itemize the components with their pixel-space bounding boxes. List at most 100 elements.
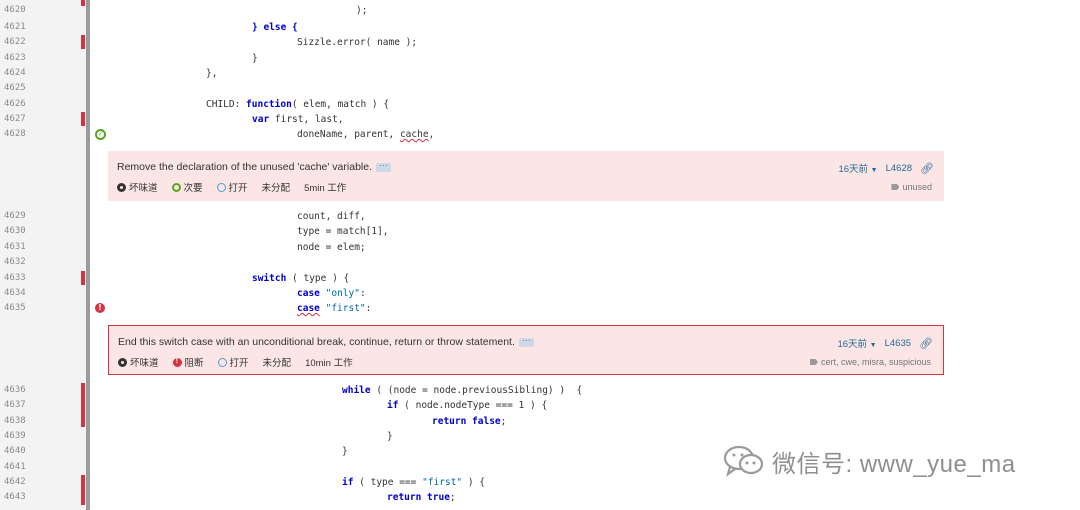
- issue-line[interactable]: L4628: [886, 163, 912, 174]
- issue-message-text[interactable]: End this switch case with an uncondition…: [118, 336, 515, 348]
- permalink-icon[interactable]: 🔗︎: [919, 337, 933, 350]
- chevron-down-icon: ▼: [870, 167, 878, 174]
- code-smell-icon: [118, 357, 127, 367]
- issue-box[interactable]: Remove the declaration of the unused 'ca…: [108, 151, 944, 201]
- more-options-button[interactable]: ···: [518, 335, 534, 347]
- issue-tags[interactable]: cert, cwe, misra, suspicious: [809, 357, 931, 367]
- issue-effort: 5min 工作: [304, 183, 347, 194]
- code-line-4637: if ( node.nodeType === 1 ) {: [387, 400, 548, 411]
- code-line-4630: type = match[1],: [297, 226, 389, 237]
- uncovered-line-indicator: [81, 112, 85, 126]
- code-line-4626: CHILD: function( elem, match ) {: [206, 99, 390, 110]
- line-number[interactable]: 4624: [4, 66, 44, 81]
- line-number[interactable]: 4622: [4, 35, 44, 50]
- issue-tags[interactable]: unused: [891, 182, 932, 192]
- blocker-severity-icon: [172, 356, 182, 367]
- issue-assignee[interactable]: 未分配: [262, 180, 291, 194]
- code-line-4629: count, diff,: [297, 211, 366, 222]
- open-status-icon: [216, 182, 226, 192]
- watermark-text: 微信号: www_yue_ma: [772, 450, 1016, 478]
- watermark: 微信号: www_yue_ma: [722, 444, 1016, 478]
- code-line-4640: }: [342, 446, 348, 457]
- uncovered-line-indicator: [81, 0, 85, 6]
- line-number[interactable]: 4643: [4, 490, 44, 505]
- blocker-issue-marker-icon[interactable]: !: [95, 303, 105, 313]
- line-number[interactable]: 4632: [4, 255, 44, 270]
- more-options-button[interactable]: ···: [376, 160, 391, 172]
- code-line-4643: return true;: [387, 492, 456, 503]
- tag-icon: [809, 359, 818, 365]
- line-number[interactable]: 4629: [4, 209, 44, 224]
- gutter-separator: [86, 0, 90, 510]
- issue-severity[interactable]: 阻断: [185, 355, 204, 369]
- issue-message[interactable]: Remove the declaration of the unused 'ca…: [117, 160, 391, 173]
- code-line-4635: case "first":: [297, 303, 372, 314]
- code-line-4627: var first, last,: [252, 114, 344, 125]
- issue-message-text[interactable]: Remove the declaration of the unused 'ca…: [117, 161, 372, 173]
- issue-age[interactable]: 16天前 ▼: [837, 336, 876, 350]
- line-number[interactable]: 4638: [4, 414, 44, 429]
- code-smell-icon: [117, 182, 126, 192]
- line-number[interactable]: 4633: [4, 271, 44, 286]
- line-number[interactable]: 4623: [4, 51, 44, 66]
- issue-highlight: cache: [399, 129, 429, 140]
- line-number[interactable]: 4635: [4, 301, 44, 316]
- issue-box-selected[interactable]: End this switch case with an uncondition…: [108, 325, 944, 375]
- code-line-4623: }: [252, 53, 258, 64]
- line-number[interactable]: 4627: [4, 112, 44, 127]
- issue-type[interactable]: 坏味道: [130, 355, 159, 369]
- line-number[interactable]: 4641: [4, 460, 44, 475]
- line-number[interactable]: 4642: [4, 475, 44, 490]
- line-number[interactable]: 4636: [4, 383, 44, 398]
- code-line-4639: }: [387, 431, 393, 442]
- issue-status[interactable]: 打开: [230, 355, 249, 369]
- line-number[interactable]: 4639: [4, 429, 44, 444]
- line-number[interactable]: 4630: [4, 224, 44, 239]
- line-number[interactable]: 4637: [4, 398, 44, 413]
- open-status-icon: [217, 357, 227, 367]
- line-number[interactable]: 4634: [4, 286, 44, 301]
- issue-tags-text[interactable]: unused: [902, 182, 932, 192]
- code-line-4622: Sizzle.error( name );: [297, 37, 418, 48]
- issue-highlight: case: [297, 303, 320, 314]
- line-number[interactable]: 4628: [4, 127, 44, 142]
- code-line-4631: node = elem;: [297, 242, 366, 253]
- uncovered-line-indicator: [81, 35, 85, 49]
- code-line-4634: case "only":: [297, 288, 366, 299]
- issue-severity[interactable]: 次要: [184, 180, 203, 194]
- issue-status[interactable]: 打开: [229, 180, 248, 194]
- minor-severity-icon: [171, 182, 181, 192]
- uncovered-line-indicator: [81, 475, 85, 505]
- issue-tags-text[interactable]: cert, cwe, misra, suspicious: [821, 357, 931, 367]
- line-number[interactable]: 4626: [4, 97, 44, 112]
- line-number[interactable]: 4640: [4, 444, 44, 459]
- line-number[interactable]: 4631: [4, 240, 44, 255]
- issue-line[interactable]: L4635: [885, 338, 911, 349]
- issue-message[interactable]: End this switch case with an uncondition…: [118, 335, 534, 348]
- uncovered-line-indicator: [81, 383, 85, 427]
- line-number[interactable]: 4625: [4, 81, 44, 96]
- code-line-4636: while ( (node = node.previousSibling) ) …: [342, 385, 583, 396]
- issue-meta: 坏味道 次要 打开 未分配 5min 工作: [117, 180, 346, 194]
- issue-meta: 坏味道 阻断 打开 未分配 10min 工作: [118, 355, 353, 369]
- code-line-4628: doneName, parent, cache,: [297, 129, 435, 140]
- issue-header-right: 16天前 ▼ L4635 🔗︎: [837, 336, 933, 351]
- uncovered-line-indicator: [81, 271, 85, 285]
- code-line-4624: },: [206, 68, 218, 79]
- line-number[interactable]: 4620: [4, 3, 44, 18]
- issue-header-right: 16天前 ▼ L4628 🔗︎: [838, 161, 934, 176]
- issue-assignee[interactable]: 未分配: [263, 355, 292, 369]
- issue-age[interactable]: 16天前 ▼: [838, 161, 877, 175]
- issue-effort: 10min 工作: [305, 358, 353, 369]
- code-line-4633: switch ( type ) {: [252, 273, 350, 284]
- code-line-4620: );: [356, 5, 368, 16]
- chevron-down-icon: ▼: [869, 342, 877, 349]
- code-line-4642: if ( type === "first" ) {: [342, 477, 486, 488]
- code-line-4621: } else {: [252, 22, 298, 33]
- issue-type[interactable]: 坏味道: [129, 180, 158, 194]
- line-number[interactable]: 4621: [4, 20, 44, 35]
- wechat-logo-icon: [723, 445, 764, 477]
- code-line-4638: return false;: [432, 416, 507, 427]
- permalink-icon[interactable]: 🔗︎: [920, 162, 934, 175]
- minor-issue-marker-icon[interactable]: ✓: [95, 129, 106, 140]
